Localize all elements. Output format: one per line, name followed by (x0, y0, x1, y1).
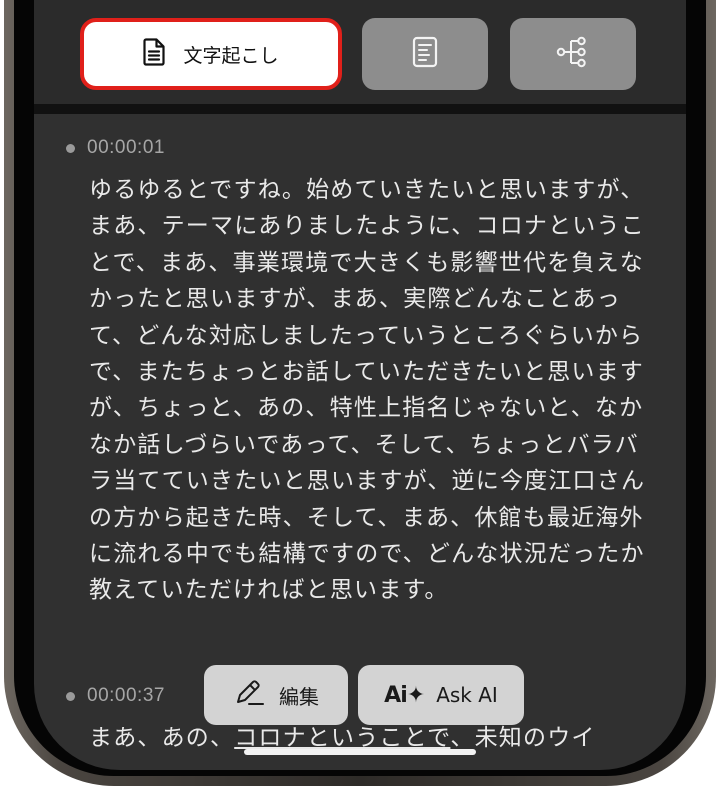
pencil-icon (233, 678, 267, 713)
app-screen: 文字起こし 00:00:01 ゆるゆるとですね。始めていきたいと思いますが、まあ… (34, 0, 686, 770)
edit-label: 編集 (279, 684, 319, 709)
ask-ai-button[interactable]: Ai✦ Ask AI (358, 665, 524, 725)
segment-text-suffix: 、未知のウイ (450, 725, 596, 751)
ai-sparkle-icon: Ai✦ (384, 682, 425, 708)
tab-bar: 文字起こし (34, 0, 686, 104)
segment-text-highlight: コロナということで (234, 725, 451, 751)
edit-button[interactable]: 編集 (204, 665, 348, 725)
tab-divider (34, 104, 686, 114)
bullet-dot (66, 691, 75, 701)
transcript-segment: 00:00:01 ゆるゆるとですね。始めていきたいと思いますが、まあ、テーマにあ… (34, 132, 686, 609)
tab-mindmap[interactable] (510, 18, 636, 90)
segment-timestamp[interactable]: 00:00:37 (87, 685, 165, 707)
tab-summary[interactable] (362, 18, 488, 90)
document-icon (143, 37, 166, 71)
document-lines-icon (412, 36, 438, 72)
tab-transcript[interactable]: 文字起こし (80, 18, 342, 90)
timestamp-row: 00:00:01 (34, 132, 686, 164)
bullet-dot (66, 143, 75, 153)
home-indicator[interactable] (244, 749, 476, 755)
segment-timestamp[interactable]: 00:00:01 (87, 137, 165, 159)
ask-ai-label: Ask AI (436, 683, 498, 707)
segment-text[interactable]: ゆるゆるとですね。始めていきたいと思いますが、まあ、テーマにありましたように、コ… (89, 172, 649, 609)
tab-transcript-label: 文字起こし (183, 44, 279, 67)
tree-branch-icon (556, 35, 590, 73)
segment-text-prefix: まあ、あの、 (89, 725, 235, 751)
floating-action-bar: 編集 Ai✦ Ask AI (204, 665, 524, 725)
